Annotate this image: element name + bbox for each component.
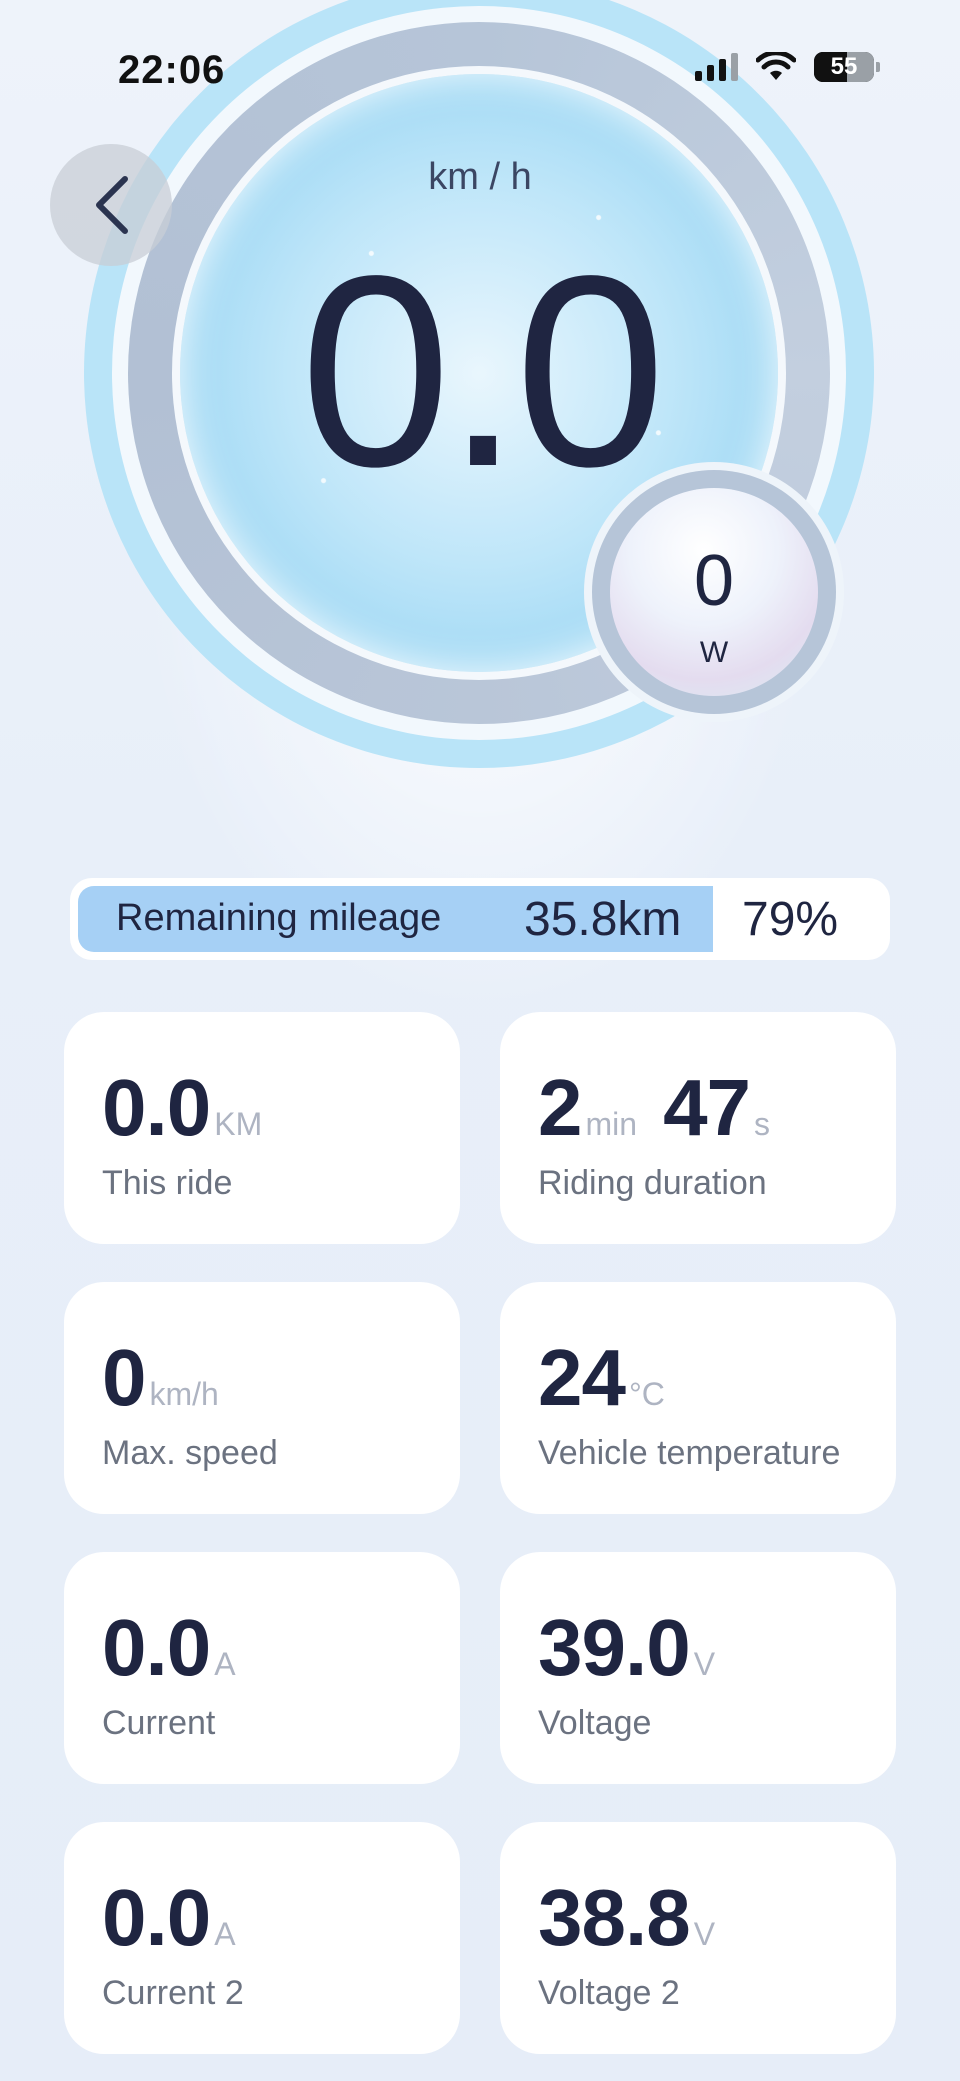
stat-label: Current <box>102 1704 216 1742</box>
status-time: 22:06 <box>118 48 226 92</box>
stat-unit: °C <box>628 1376 665 1412</box>
remaining-mileage-percent: 79% <box>742 893 839 946</box>
stat-label: This ride <box>102 1164 233 1202</box>
status-icons: 55 <box>695 52 880 82</box>
stat-value-minutes: 2 <box>538 1063 582 1152</box>
speed-unit-label: km / h <box>428 156 532 198</box>
stat-label: Current 2 <box>102 1974 244 2012</box>
chevron-left-icon <box>96 176 128 234</box>
stat-card-current: 0.0 A Current <box>64 1552 460 1784</box>
power-unit: W <box>699 636 729 669</box>
stat-card-current-2: 0.0 A Current 2 <box>64 1822 460 2054</box>
remaining-mileage-distance: 35.8km <box>524 893 682 946</box>
stat-label: Voltage <box>538 1704 652 1742</box>
stat-value: 24 <box>538 1333 626 1422</box>
stat-value: 0.0 <box>102 1873 211 1962</box>
cellular-signal-icon <box>695 53 738 81</box>
stat-unit-minutes: min <box>585 1106 638 1142</box>
power-value: 0 <box>693 541 735 621</box>
stat-card-max-speed: 0 km/h Max. speed <box>64 1282 460 1514</box>
remaining-mileage-label: Remaining mileage <box>116 897 442 939</box>
stat-unit: km/h <box>149 1376 219 1412</box>
status-bar: 22:06 55 <box>0 0 960 140</box>
stat-unit-seconds: s <box>754 1106 771 1142</box>
stat-card-vehicle-temperature: 24 °C Vehicle temperature <box>500 1282 896 1514</box>
stat-card-voltage-2: 38.8 V Voltage 2 <box>500 1822 896 2054</box>
wifi-icon <box>756 52 796 80</box>
stat-unit: A <box>214 1916 236 1952</box>
stat-label: Vehicle temperature <box>538 1434 841 1472</box>
stat-unit: KM <box>214 1106 263 1142</box>
stat-card-this-ride: 0.0 KM This ride <box>64 1012 460 1244</box>
stat-label: Voltage 2 <box>538 1974 680 2012</box>
stat-unit: A <box>214 1646 236 1682</box>
stat-value: 0.0 <box>102 1063 211 1152</box>
stat-value: 38.8 <box>538 1873 691 1962</box>
stat-value: 0.0 <box>102 1603 211 1692</box>
battery-icon: 55 <box>814 52 874 82</box>
stat-label: Riding duration <box>538 1164 767 1202</box>
remaining-mileage-bar: Remaining mileage 35.8km 79% <box>70 878 890 960</box>
stat-label: Max. speed <box>102 1434 278 1472</box>
stat-unit: V <box>693 1646 716 1682</box>
stat-unit: V <box>693 1916 716 1952</box>
stat-card-riding-duration: 2 min 47 s Riding duration <box>500 1012 896 1244</box>
battery-tip <box>876 62 880 72</box>
speed-value: 0.0 <box>299 219 666 523</box>
battery-level: 55 <box>830 53 858 80</box>
stat-card-voltage: 39.0 V Voltage <box>500 1552 896 1784</box>
stat-value: 39.0 <box>538 1603 691 1692</box>
back-button[interactable] <box>50 144 172 266</box>
stat-value: 0 <box>102 1333 146 1422</box>
stat-value-seconds: 47 <box>663 1063 751 1152</box>
